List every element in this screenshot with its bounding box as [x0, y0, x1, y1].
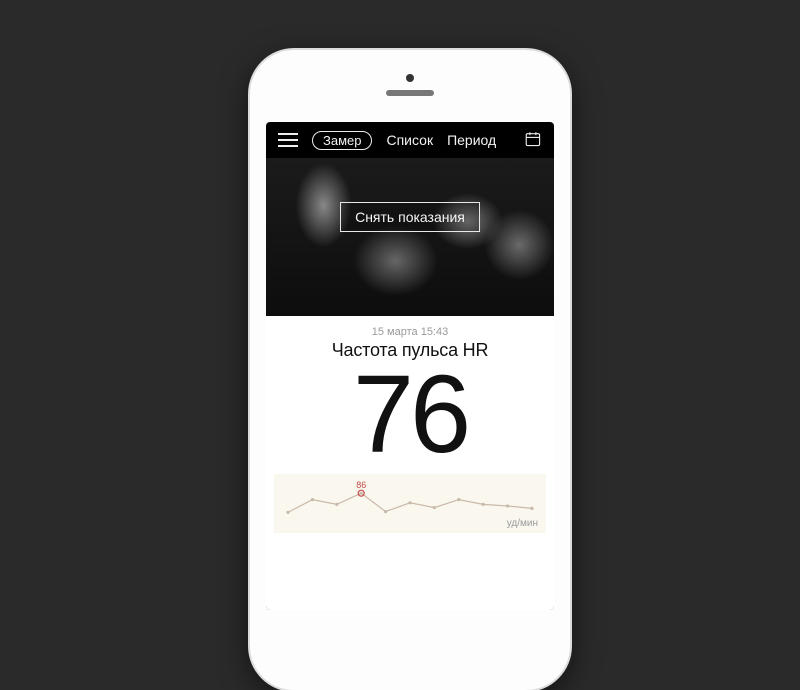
metric-value: 76 [353, 363, 467, 468]
phone-mockup: Замер Список Период Снять показания 15 м… [250, 50, 570, 690]
svg-text:86: 86 [356, 480, 366, 490]
take-reading-button[interactable]: Снять показания [340, 202, 480, 232]
unit-label: уд/мин [507, 518, 538, 529]
tab-list[interactable]: Список [386, 132, 433, 148]
sparkline-chart: 86 уд/мин [274, 474, 546, 533]
top-nav: Замер Список Период [266, 122, 554, 158]
phone-camera-dot [406, 74, 414, 82]
phone-speaker [386, 90, 434, 96]
tab-period[interactable]: Период [447, 132, 496, 148]
hero-panel: Снять показания [266, 158, 554, 316]
hamburger-icon[interactable] [278, 133, 298, 147]
app-screen: Замер Список Период Снять показания 15 м… [266, 122, 554, 610]
calendar-icon[interactable] [524, 130, 542, 150]
reading-timestamp: 15 марта 15:43 [372, 326, 448, 338]
tab-measure[interactable]: Замер [312, 131, 372, 150]
reading-card: 15 марта 15:43 Частота пульса HR 76 86 у… [266, 316, 554, 610]
